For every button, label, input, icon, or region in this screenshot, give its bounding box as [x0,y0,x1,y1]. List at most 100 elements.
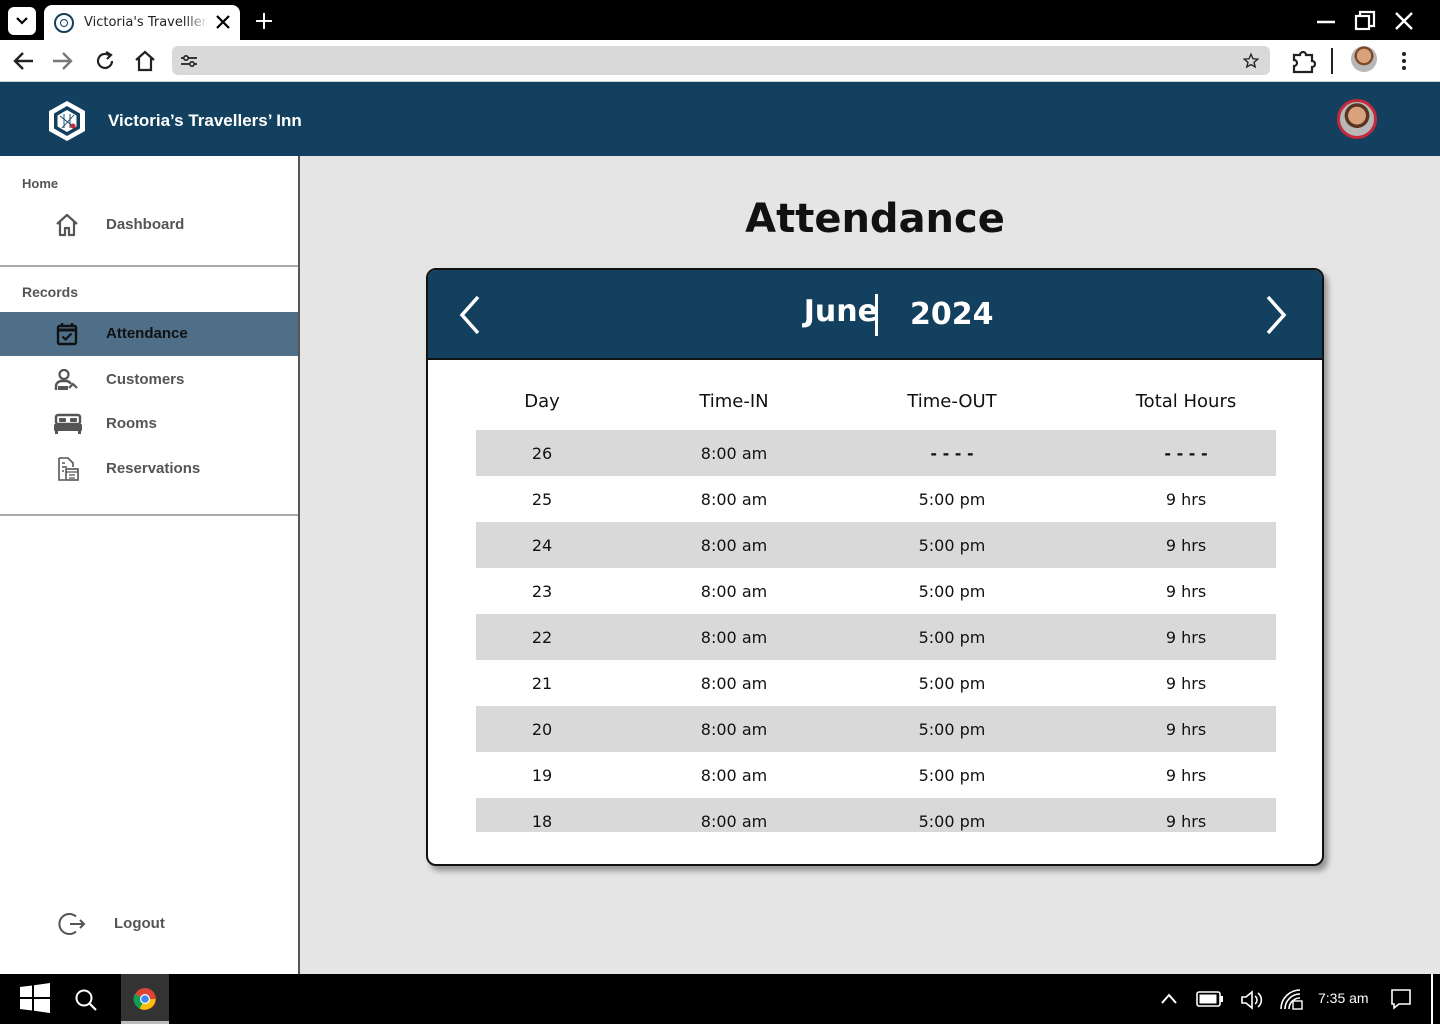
cell-time-out: 5:00 pm [918,720,986,739]
sidebar-divider [0,265,298,267]
cell-total-hours: 9 hrs [1165,812,1207,831]
browser-profile-avatar[interactable] [1351,46,1377,72]
back-icon[interactable] [12,49,36,73]
cell-time-in: 8:00 am [700,536,768,555]
new-tab-icon[interactable] [254,11,274,31]
sidebar-section-home: Home [22,176,59,191]
logout-button[interactable]: Logout [0,902,298,946]
volume-icon[interactable] [1240,989,1264,1011]
network-icon[interactable] [1278,987,1304,1011]
cell-time-in: 8:00 am [700,766,768,785]
taskbar-clock[interactable]: 7:35 am [1318,990,1369,1006]
extensions-icon[interactable] [1290,47,1318,75]
minimize-icon[interactable] [1315,10,1337,32]
cell-day: 22 [531,628,553,647]
browser-tab[interactable]: Victoria's Travelller's [44,5,240,40]
cell-time-out: 5:00 pm [918,628,986,647]
table-header: Day Time-IN Time-OUT Total Hours [476,380,1276,428]
site-settings-icon[interactable] [180,52,198,70]
window-close-icon[interactable] [1393,10,1415,32]
toolbar-separator [1331,48,1333,74]
cell-total-hours: 9 hrs [1165,490,1207,509]
battery-icon[interactable] [1196,990,1224,1008]
calendar-check-icon [56,323,78,346]
user-avatar[interactable] [1337,99,1377,139]
search-icon[interactable] [74,988,98,1012]
next-month-button[interactable] [1260,294,1290,336]
cell-time-in: 8:00 am [700,444,768,463]
cell-time-in: 8:00 am [700,720,768,739]
close-icon[interactable] [214,13,232,31]
logout-label: Logout [114,915,165,932]
windows-start-icon[interactable] [20,983,50,1013]
sidebar-item-label: Rooms [106,415,157,432]
notification-icon[interactable] [1390,988,1412,1010]
sidebar-item-customers[interactable]: Customers [0,358,298,402]
sidebar-item-attendance[interactable]: Attendance [0,312,298,356]
cell-time-in: 8:00 am [700,490,768,509]
month-navigator: June 2024 [428,270,1322,360]
cell-time-out: 5:00 pm [918,490,986,509]
browser-tabbar: Victoria's Travelller's [0,0,1440,40]
month-year-divider [875,294,878,336]
cell-time-out: 5:00 pm [918,674,986,693]
cell-total-hours: 9 hrs [1165,536,1207,555]
sidebar-item-reservations[interactable]: Reservations [0,447,298,491]
sidebar-item-dashboard[interactable]: Dashboard [0,203,298,247]
cell-day: 24 [531,536,553,555]
chevron-up-icon[interactable] [1160,992,1178,1006]
cell-total-hours: 9 hrs [1165,766,1207,785]
attendance-table: Day Time-IN Time-OUT Total Hours 26 8:00… [476,380,1276,832]
column-header-time-in: Time-IN [699,391,769,412]
cell-time-in: 8:00 am [700,582,768,601]
table-row: 21 8:00 am 5:00 pm 9 hrs [476,660,1276,706]
cell-time-in: 8:00 am [700,812,768,831]
cell-time-out: 5:00 pm [918,766,986,785]
cell-time-out: 5:00 pm [918,582,986,601]
previous-month-button[interactable] [456,294,486,336]
sidebar-item-label: Attendance [106,325,188,342]
home-icon [56,213,78,237]
show-desktop-button[interactable] [1431,974,1433,1024]
app-title: Victoria’s Travellers’ Inn [108,111,302,130]
reload-icon[interactable] [93,49,117,73]
bed-icon [54,413,82,434]
column-header-day: Day [524,391,560,412]
cell-day: 19 [531,766,553,785]
cell-time-in: 8:00 am [700,674,768,693]
app-header: Victoria’s Travellers’ Inn [0,82,1440,156]
taskbar-chrome-button[interactable] [121,974,169,1024]
table-row: 18 8:00 am 5:00 pm 9 hrs [476,798,1276,832]
inn-logo-icon [49,101,85,141]
chevron-down-icon [16,17,28,25]
year-label: 2024 [910,297,994,332]
cell-day: 18 [531,812,553,831]
cell-time-out: 5:00 pm [918,812,986,831]
restore-icon[interactable] [1354,10,1376,32]
cell-time-out: - - - - [930,444,974,463]
more-menu-icon[interactable] [1392,49,1416,73]
forward-icon[interactable] [50,49,74,73]
sidebar-item-rooms[interactable]: Rooms [0,402,298,446]
address-bar[interactable] [172,46,1270,75]
table-row: 24 8:00 am 5:00 pm 9 hrs [476,522,1276,568]
table-row: 22 8:00 am 5:00 pm 9 hrs [476,614,1276,660]
home-browser-icon[interactable] [133,49,157,73]
star-icon[interactable] [1242,52,1260,70]
sidebar-item-label: Customers [106,371,185,388]
cell-day: 23 [531,582,553,601]
table-row: 26 8:00 am - - - - - - - - [476,430,1276,476]
cell-total-hours: 9 hrs [1165,582,1207,601]
sidebar: Home Dashboard Records Attendance Custom… [0,156,300,974]
cell-time-in: 8:00 am [700,628,768,647]
tab-search-button[interactable] [8,7,36,35]
browser-toolbar [0,40,1440,82]
cell-day: 20 [531,720,553,739]
cell-total-hours: 9 hrs [1165,674,1207,693]
cell-day: 21 [531,674,553,693]
favicon-icon [54,12,74,33]
page-title: Attendance [745,196,1005,242]
chrome-icon [133,988,156,1010]
cell-day: 25 [531,490,553,509]
reservations-icon [58,457,79,481]
